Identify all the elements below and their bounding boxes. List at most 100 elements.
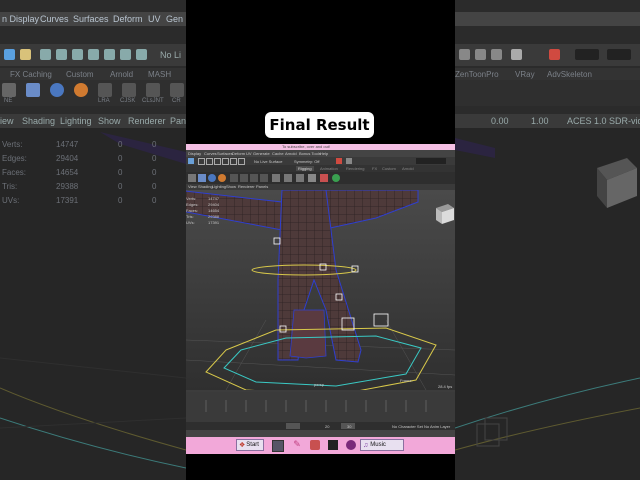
magnet-icon[interactable] <box>336 158 342 164</box>
hud-label: UVs: <box>186 220 195 225</box>
bg-right-panel-toolbar: 0.00 1.00 ACES 1.0 SDR-vide <box>455 114 640 128</box>
panel-menu-lighting[interactable]: Lighting <box>212 184 226 189</box>
tab-rendering[interactable]: Rendering <box>346 166 364 171</box>
bg-shelf-label: NE <box>4 98 13 104</box>
maya-shelf <box>186 172 455 184</box>
pants-mesh <box>289 309 327 359</box>
bg-stat-value: 0 <box>152 140 157 149</box>
bg-menu-item: n Display <box>2 14 40 24</box>
time-slider[interactable] <box>186 392 455 422</box>
viewport[interactable]: Verts: 14747 Edges: 29404 Faces: 14654 Tris… <box>186 190 455 390</box>
bg-shelf-icon <box>74 83 88 97</box>
bg-shelf-tabs: FX Caching Custom Arnold MASH <box>0 68 186 80</box>
bg-right-shelf <box>455 80 640 106</box>
shelf-icon[interactable] <box>198 174 206 182</box>
panel-menu-shading[interactable]: Shading <box>198 184 213 189</box>
select-tool-icon[interactable] <box>198 158 205 165</box>
bg-tool-icon <box>104 49 115 60</box>
bg-shelf-tab: MASH <box>148 70 172 79</box>
symmetry-dropdown[interactable]: Symmetry: Off <box>294 159 319 164</box>
bg-stat-value: 0 <box>118 140 123 149</box>
menu-deform[interactable]: Deform <box>232 151 245 156</box>
bg-stat-value: 14747 <box>56 140 79 149</box>
rotate-tool-icon[interactable] <box>230 158 237 165</box>
no-live-surface[interactable]: No Live Surface <box>254 159 282 164</box>
shelf-icon[interactable] <box>284 174 292 182</box>
bg-menu-item: Curves <box>40 14 69 24</box>
shelf-icon[interactable] <box>250 174 258 182</box>
anim-layer[interactable]: No Anim Layer <box>424 424 450 429</box>
bg-stat-label: Tris: <box>2 182 18 191</box>
bg-stat-value: 0 <box>152 168 157 177</box>
bg-panel-menu: iew Shading Lighting Show Renderer Pan <box>0 114 186 128</box>
bg-stat-label: Faces: <box>2 168 27 177</box>
start-button[interactable]: ❖ Start <box>236 439 264 451</box>
menu-curves[interactable]: Curves <box>204 151 217 156</box>
stats-hud: Verts: 14747 Edges: 29404 Faces: 14654 Tris… <box>186 196 266 232</box>
menu-uv[interactable]: UV <box>246 151 252 156</box>
tab-animation[interactable]: Animation <box>320 166 338 171</box>
menu-bonus-tools[interactable]: Bonus Tools <box>299 151 321 156</box>
scale-tool-icon[interactable] <box>238 158 245 165</box>
tab-arnold[interactable]: Arnold <box>402 166 414 171</box>
bg-tool-icon <box>20 49 31 60</box>
video-title: Final Result <box>265 112 374 138</box>
panel-menu-view[interactable]: View <box>188 184 197 189</box>
shelf-icon[interactable] <box>260 174 268 182</box>
bg-stat-row: Tris: 29388 0 0 <box>2 182 182 194</box>
character-set[interactable]: No Character Set <box>392 424 423 429</box>
panel-menu-renderer[interactable]: Renderer <box>238 184 255 189</box>
panel-menu-show[interactable]: Show <box>226 184 236 189</box>
lasso-tool-icon[interactable] <box>206 158 213 165</box>
panel-menu-panels[interactable]: Panels <box>256 184 268 189</box>
shelf-icon[interactable] <box>218 174 226 182</box>
shelf-icon[interactable] <box>208 174 216 182</box>
shelf-icon[interactable] <box>272 174 280 182</box>
bg-tool-icon <box>72 49 83 60</box>
terminal-icon[interactable] <box>328 440 338 450</box>
whatsapp-icon[interactable] <box>332 174 340 182</box>
shelf-icon[interactable] <box>320 174 328 182</box>
menu-surfaces[interactable]: Surfaces <box>217 151 233 156</box>
tab-fx[interactable]: FX <box>372 166 377 171</box>
mode-icon[interactable] <box>188 158 194 164</box>
background-right-panel: ZenToonPro VRay AdvSkeleton 0.00 1.00 AC… <box>455 0 640 480</box>
shelf-icon[interactable] <box>240 174 248 182</box>
menu-generate[interactable]: Generate <box>253 151 270 156</box>
menu-help[interactable]: Help <box>320 151 328 156</box>
range-start-field[interactable] <box>286 423 300 429</box>
hud-value: 14654 <box>208 208 220 213</box>
shelf-icon[interactable] <box>308 174 316 182</box>
hud-label: Verts: <box>186 196 197 201</box>
fps-readout: 28.4 fps <box>438 384 453 389</box>
computer-icon[interactable] <box>272 440 284 452</box>
tab-custom[interactable]: Custom <box>382 166 396 171</box>
menu-display[interactable]: Display <box>188 151 201 156</box>
shelf-icon[interactable] <box>230 174 238 182</box>
music-button[interactable]: ♫ Music <box>360 439 404 451</box>
bg-field-value: 0.00 <box>491 116 509 126</box>
disc-icon[interactable] <box>346 440 356 450</box>
pen-icon[interactable]: ✎ <box>292 440 302 450</box>
snap-icon[interactable] <box>346 158 352 164</box>
music-label: Music <box>370 442 386 448</box>
input-field[interactable] <box>416 158 446 164</box>
menu-cache[interactable]: Cache <box>272 151 284 156</box>
move-tool-icon[interactable] <box>222 158 229 165</box>
hud-value: 17391 <box>208 220 220 225</box>
paint-tool-icon[interactable] <box>214 158 221 165</box>
menu-arnold[interactable]: Arnold <box>285 151 297 156</box>
shelf-icon[interactable] <box>296 174 304 182</box>
shelf-icon[interactable] <box>188 174 196 182</box>
maya-status-line: No Live Surface Symmetry: Off <box>186 157 455 165</box>
foot-control-box[interactable] <box>373 313 389 327</box>
hud-label: Faces: <box>186 208 199 213</box>
command-line[interactable] <box>186 430 455 437</box>
start-label: Start <box>246 442 259 448</box>
bg-shelf-tab: Custom <box>66 70 94 79</box>
tab-rigging[interactable]: Rigging <box>296 166 314 171</box>
view-cube-icon[interactable] <box>436 204 454 224</box>
media-icon[interactable] <box>310 440 320 450</box>
bg-stat-row: Verts: 14747 0 0 <box>2 140 182 152</box>
joint-box[interactable] <box>273 237 281 245</box>
